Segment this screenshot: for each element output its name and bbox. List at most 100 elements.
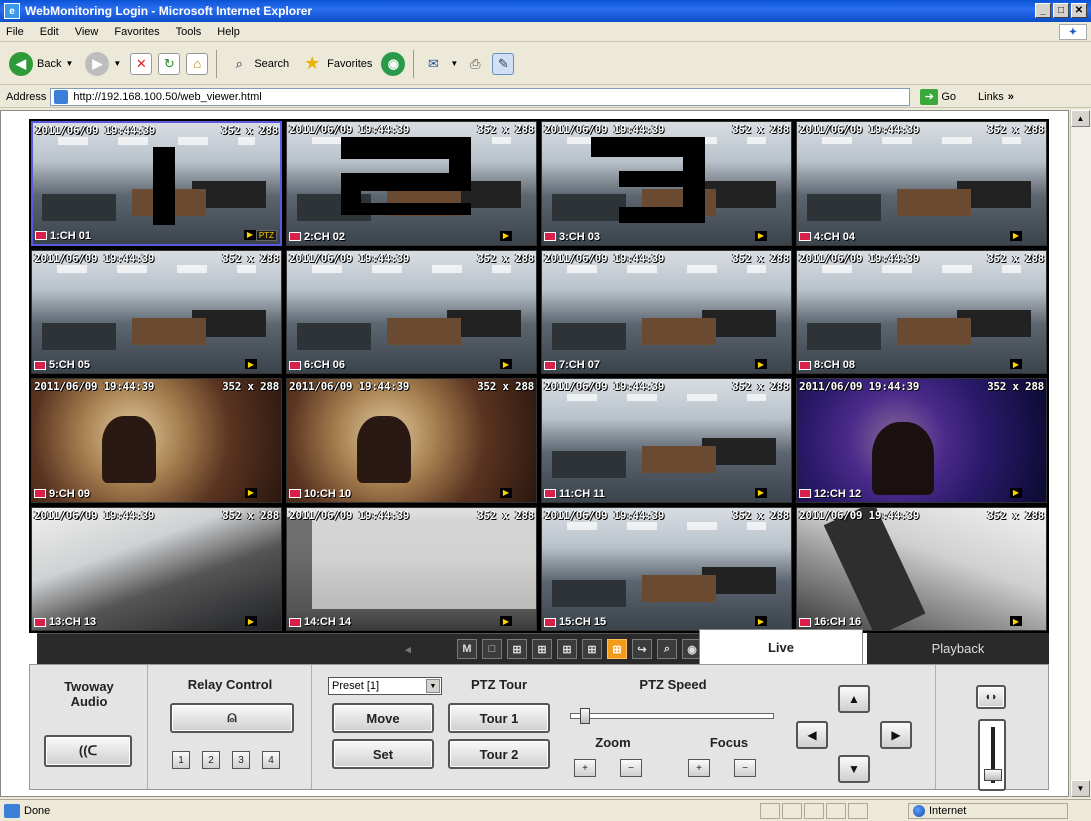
links-button[interactable]: Links <box>978 91 1004 103</box>
play-icon[interactable]: ▶ <box>245 616 257 626</box>
mode-icon[interactable]: M <box>457 639 477 659</box>
back-arrow-icon: ◀ <box>9 51 33 76</box>
play-icon[interactable]: ▶ <box>500 230 512 241</box>
zoom-in-button[interactable]: + <box>574 759 596 777</box>
ptz-speed-thumb[interactable] <box>580 708 590 724</box>
address-url: http://192.168.100.50/web_viewer.html <box>73 90 262 103</box>
scroll-up-icon[interactable]: ▲ <box>1071 110 1090 127</box>
camera-feed <box>32 507 281 630</box>
camera-tile[interactable]: 2011/06/09 19:44:39 352 x 288 4:CH 04 ▶ <box>796 121 1047 246</box>
play-icon[interactable]: ▶ <box>244 229 256 240</box>
layout-12-icon[interactable]: ⊞ <box>557 639 577 659</box>
menu-file[interactable]: File <box>6 26 24 38</box>
tour-2-button[interactable]: Tour 2 <box>448 739 550 769</box>
ptz-speed-slider[interactable] <box>570 713 774 719</box>
layout-4-icon[interactable]: ⊞ <box>507 639 527 659</box>
tour-1-button[interactable]: Tour 1 <box>448 703 550 733</box>
camera-tile[interactable]: 2011/06/09 19:44:39 352 x 288 16:CH 16 ▶ <box>796 506 1047 631</box>
return-icon[interactable]: ↪ <box>632 639 652 659</box>
close-button[interactable]: ✕ <box>1071 3 1087 18</box>
ptz-down-button[interactable]: ▼ <box>838 755 870 783</box>
relay-2-button[interactable]: 2 <box>202 751 220 769</box>
camera-tile[interactable]: 2011/06/09 19:44:39 352 x 288 8:CH 08 ▶ <box>796 249 1047 374</box>
layout-9-icon[interactable]: ⊞ <box>532 639 552 659</box>
ptz-left-button[interactable]: ◀ <box>796 721 828 749</box>
layout-1-icon[interactable]: □ <box>482 639 502 659</box>
preset-select[interactable]: Preset [1] ▼ <box>328 677 442 695</box>
play-icon[interactable]: ▶ <box>245 487 257 498</box>
camera-tile[interactable]: 2011/06/09 19:44:39 352 x 288 5:CH 05 ▶ <box>31 249 282 374</box>
camera-tile[interactable]: 2011/06/09 19:44:39 352 x 288 14:CH 14 ▶ <box>286 506 537 631</box>
twoway-audio-button[interactable]: ((ᑕ <box>44 735 132 767</box>
volume-thumb[interactable] <box>984 769 1002 781</box>
favorites-button[interactable]: ★ Favorites <box>298 49 375 79</box>
tab-playback[interactable]: Playback <box>867 633 1049 664</box>
play-icon[interactable]: ▶ <box>1010 359 1022 369</box>
play-icon[interactable]: ▶ <box>245 359 257 369</box>
media-icon[interactable]: ◉ <box>381 51 406 76</box>
tab-live[interactable]: Live <box>699 629 863 664</box>
speaker-button[interactable]: ◖◗ <box>976 685 1006 709</box>
camera-tile[interactable]: 2011/06/09 19:44:39 352 x 288 10:CH 10 ▶ <box>286 378 537 503</box>
record-icon <box>799 617 811 627</box>
go-button[interactable]: ➔ Go <box>920 88 956 105</box>
play-icon[interactable]: ▶ <box>755 616 767 626</box>
play-icon[interactable]: ▶ <box>500 359 512 369</box>
camera-tile[interactable]: 2011/06/09 19:44:39 352 x 288 15:CH 15 ▶ <box>541 506 792 631</box>
relay-4-button[interactable]: 4 <box>262 751 280 769</box>
camera-tile[interactable]: 2011/06/09 19:44:39 352 x 288 7:CH 07 ▶ <box>541 249 792 374</box>
home-icon[interactable]: ⌂ <box>186 52 209 75</box>
relay-1-button[interactable]: 1 <box>172 751 190 769</box>
mail-icon[interactable]: ✉ <box>422 53 444 75</box>
scroll-down-icon[interactable]: ▼ <box>1071 780 1090 797</box>
play-icon[interactable]: ▶ <box>755 487 767 498</box>
preset-move-button[interactable]: Move <box>332 703 434 733</box>
stop-icon[interactable]: ✕ <box>130 52 153 75</box>
relay-3-button[interactable]: 3 <box>232 751 250 769</box>
chevron-right-icon[interactable]: » <box>1008 91 1014 103</box>
prev-icon[interactable]: ◂ <box>398 639 418 659</box>
edit-page-icon[interactable]: ✎ <box>492 52 515 75</box>
camera-tile[interactable]: 2011/06/09 19:44:39 352 x 288 12:CH 12 ▶ <box>796 378 1047 503</box>
address-input[interactable]: http://192.168.100.50/web_viewer.html <box>50 87 911 106</box>
layout-16-icon[interactable]: ⊞ <box>607 639 627 659</box>
menu-tools[interactable]: Tools <box>176 26 202 38</box>
menu-favorites[interactable]: Favorites <box>114 26 159 38</box>
play-icon[interactable]: ▶ <box>755 230 767 241</box>
play-icon[interactable]: ▶ <box>500 487 512 498</box>
print-icon[interactable]: ⎙ <box>464 53 486 75</box>
play-icon[interactable]: ▶ <box>1010 616 1022 626</box>
back-button[interactable]: ◀ Back ▼ <box>6 49 76 79</box>
record-icon <box>289 232 301 241</box>
menu-view[interactable]: View <box>75 26 99 38</box>
camera-tile[interactable]: 2011/06/09 19:44:39 352 x 288 9:CH 09 ▶ <box>31 378 282 503</box>
zoom-out-button[interactable]: − <box>620 759 642 777</box>
play-icon[interactable]: ▶ <box>755 359 767 369</box>
record-icon <box>34 617 46 627</box>
forward-button[interactable]: ▶ ▼ <box>82 49 124 79</box>
minimize-button[interactable]: _ <box>1035 3 1051 18</box>
play-icon[interactable]: ▶ <box>1010 230 1022 241</box>
layout-13-icon[interactable]: ⊞ <box>582 639 602 659</box>
zoom-view-icon[interactable]: ⌕ <box>657 639 677 659</box>
chevron-down-icon[interactable]: ▼ <box>450 59 458 68</box>
maximize-button[interactable]: □ <box>1053 3 1069 18</box>
vertical-scrollbar[interactable]: ▲ ▼ <box>1070 110 1091 797</box>
refresh-icon[interactable]: ↻ <box>158 52 181 75</box>
camera-tile[interactable]: 2011/06/09 19:44:39 352 x 288 11:CH 11 ▶ <box>541 378 792 503</box>
focus-near-button[interactable]: + <box>688 759 710 777</box>
preset-set-button[interactable]: Set <box>332 739 434 769</box>
focus-far-button[interactable]: − <box>734 759 756 777</box>
ptz-right-button[interactable]: ▶ <box>880 721 912 749</box>
play-icon[interactable]: ▶ <box>1010 487 1022 498</box>
relay-alarm-button[interactable]: ⍝ <box>170 703 294 733</box>
ptz-up-button[interactable]: ▲ <box>838 685 870 713</box>
play-icon[interactable]: ▶ <box>500 616 512 626</box>
volume-slider[interactable] <box>978 719 1006 791</box>
window-title: WebMonitoring Login - Microsoft Internet… <box>25 4 313 18</box>
menu-help[interactable]: Help <box>217 26 240 38</box>
menu-edit[interactable]: Edit <box>40 26 59 38</box>
camera-tile[interactable]: 2011/06/09 19:44:39 352 x 288 13:CH 13 ▶ <box>31 506 282 631</box>
camera-tile[interactable]: 2011/06/09 19:44:39 352 x 288 6:CH 06 ▶ <box>286 249 537 374</box>
search-button[interactable]: ⌕ Search <box>225 49 292 79</box>
